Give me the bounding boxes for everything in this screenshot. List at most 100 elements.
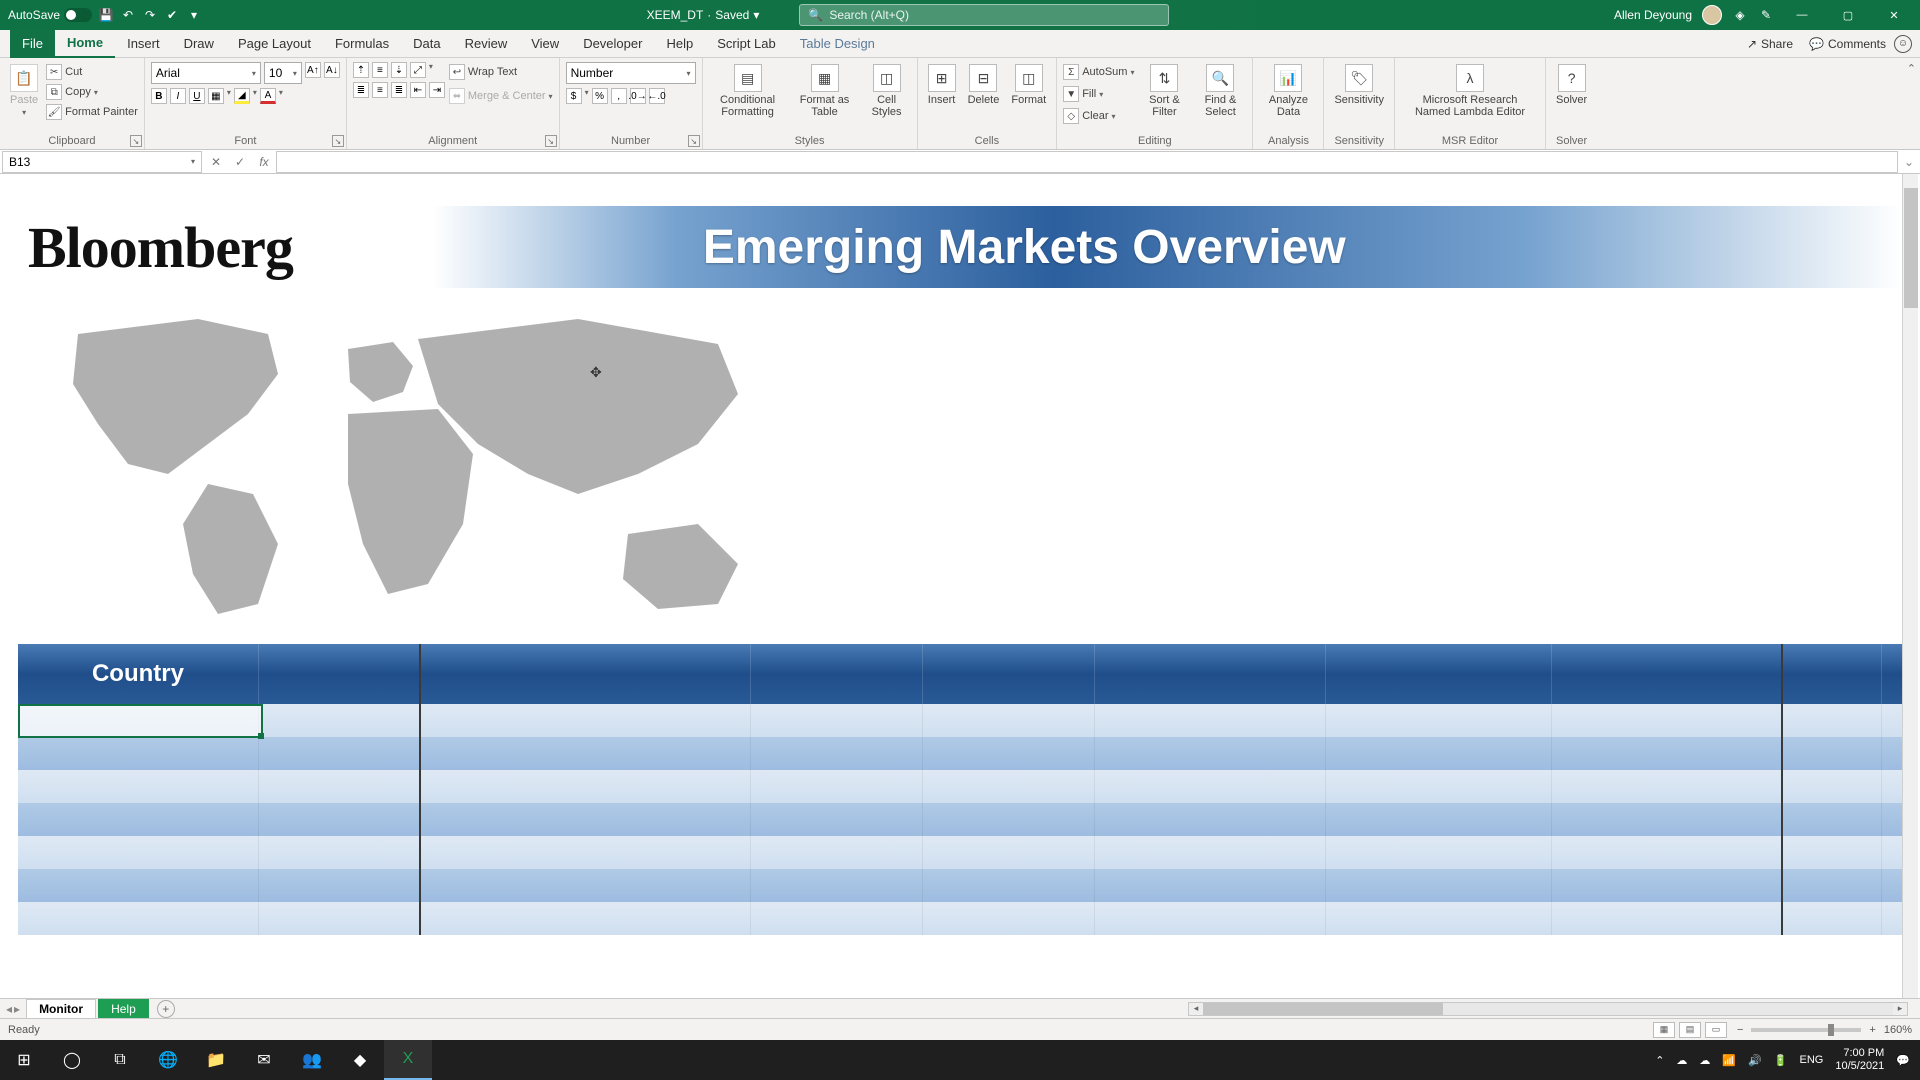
sheet-nav-prev-icon[interactable]: ◂ xyxy=(6,1002,12,1016)
sheet-tab-help[interactable]: Help xyxy=(98,999,149,1018)
italic-icon[interactable]: I xyxy=(170,88,186,104)
tab-help[interactable]: Help xyxy=(654,30,705,58)
decrease-indent-icon[interactable]: ⇤ xyxy=(410,82,426,98)
table-cell[interactable] xyxy=(1552,902,1783,935)
teams-icon[interactable]: 👥 xyxy=(288,1040,336,1080)
msr-lambda-button[interactable]: λMicrosoft Research Named Lambda Editor xyxy=(1401,62,1539,120)
comma-icon[interactable]: , xyxy=(611,88,627,104)
decrease-font-icon[interactable]: A↓ xyxy=(324,62,340,78)
table-cell[interactable] xyxy=(421,803,750,836)
table-cell[interactable] xyxy=(259,803,421,836)
dialog-launcher-icon[interactable]: ↘ xyxy=(545,135,557,147)
save-icon[interactable]: 💾 xyxy=(98,7,114,23)
table-cell[interactable] xyxy=(421,704,750,737)
search-input[interactable]: 🔍 Search (Alt+Q) xyxy=(799,4,1169,26)
file-explorer-icon[interactable]: 📁 xyxy=(192,1040,240,1080)
table-cell[interactable] xyxy=(1783,836,1881,869)
onedrive-icon[interactable]: ☁ xyxy=(1699,1054,1710,1067)
sheet-nav-next-icon[interactable]: ▸ xyxy=(14,1002,20,1016)
zoom-in-icon[interactable]: + xyxy=(1869,1024,1875,1036)
dialog-launcher-icon[interactable]: ↘ xyxy=(688,135,700,147)
align-top-icon[interactable]: ⇡ xyxy=(353,62,369,78)
table-header-cell[interactable] xyxy=(1552,644,1783,704)
align-right-icon[interactable]: ≣ xyxy=(391,82,407,98)
redo-icon[interactable]: ↷ xyxy=(142,7,158,23)
comments-button[interactable]: 💬Comments xyxy=(1801,37,1894,51)
table-cell[interactable] xyxy=(18,836,259,869)
close-button[interactable]: ✕ xyxy=(1876,0,1912,30)
table-cell[interactable] xyxy=(1552,704,1783,737)
table-cell[interactable] xyxy=(751,737,923,770)
currency-icon[interactable]: $ xyxy=(566,88,582,104)
horizontal-scrollbar[interactable]: ◂ ▸ xyxy=(1188,1002,1908,1016)
merge-center-button[interactable]: ⬌Merge & Center▾ xyxy=(449,86,553,106)
table-cell[interactable] xyxy=(259,836,421,869)
normal-view-icon[interactable]: ▦ xyxy=(1653,1022,1675,1038)
collapse-ribbon-icon[interactable]: ⌃ xyxy=(1907,62,1916,75)
table-cell[interactable] xyxy=(1326,737,1552,770)
minimize-button[interactable]: — xyxy=(1784,0,1820,30)
table-cell[interactable] xyxy=(1552,803,1783,836)
name-box[interactable]: B13▾ xyxy=(2,151,202,173)
table-cell[interactable] xyxy=(1552,836,1783,869)
table-cell[interactable] xyxy=(1095,902,1326,935)
table-cell[interactable] xyxy=(1095,770,1326,803)
table-cell[interactable] xyxy=(259,869,421,902)
document-title[interactable]: XEEM_DT · Saved ▾ xyxy=(647,8,760,22)
tab-review[interactable]: Review xyxy=(453,30,520,58)
tab-developer[interactable]: Developer xyxy=(571,30,654,58)
sensitivity-button[interactable]: 🏷Sensitivity xyxy=(1330,62,1388,108)
qat-dropdown-icon[interactable]: ▾ xyxy=(186,7,202,23)
dialog-launcher-icon[interactable]: ↘ xyxy=(130,135,142,147)
number-format-combo[interactable]: Number▾ xyxy=(566,62,696,84)
table-cell[interactable] xyxy=(923,869,1095,902)
table-cell[interactable] xyxy=(1095,836,1326,869)
orientation-icon[interactable]: ⤢ xyxy=(410,62,426,78)
vertical-scrollbar[interactable] xyxy=(1902,174,1918,998)
format-painter-button[interactable]: 🖌Format Painter xyxy=(46,102,138,122)
edge-icon[interactable]: 🌐 xyxy=(144,1040,192,1080)
underline-icon[interactable]: U xyxy=(189,88,205,104)
table-cell[interactable] xyxy=(1095,737,1326,770)
cell-styles-button[interactable]: ◫Cell Styles xyxy=(863,62,911,120)
table-cell[interactable] xyxy=(1783,704,1881,737)
table-cell[interactable] xyxy=(1552,737,1783,770)
table-header-cell[interactable] xyxy=(421,644,750,704)
scroll-right-icon[interactable]: ▸ xyxy=(1893,1003,1907,1015)
conditional-formatting-button[interactable]: ▤Conditional Formatting xyxy=(709,62,787,120)
tab-file[interactable]: File xyxy=(10,30,55,58)
table-cell[interactable] xyxy=(751,704,923,737)
zoom-slider[interactable] xyxy=(1751,1028,1861,1032)
table-cell[interactable] xyxy=(18,737,259,770)
diamond-icon[interactable]: ◈ xyxy=(1732,7,1748,23)
excel-taskbar-icon[interactable]: X xyxy=(384,1040,432,1080)
table-cell[interactable] xyxy=(18,770,259,803)
table-cell[interactable] xyxy=(421,770,750,803)
sort-filter-button[interactable]: ⇅Sort & Filter xyxy=(1138,62,1190,120)
delete-cells-button[interactable]: ⊟Delete xyxy=(964,62,1004,108)
search-taskbar-icon[interactable]: ◯ xyxy=(48,1040,96,1080)
fill-color-icon[interactable]: ◢ xyxy=(234,88,250,104)
app-icon[interactable]: ◆ xyxy=(336,1040,384,1080)
zoom-level[interactable]: 160% xyxy=(1884,1024,1912,1036)
table-cell[interactable] xyxy=(1783,869,1881,902)
formula-input[interactable] xyxy=(276,151,1898,173)
zoom-out-icon[interactable]: − xyxy=(1737,1024,1743,1036)
solver-button[interactable]: ?Solver xyxy=(1552,62,1591,108)
table-cell[interactable] xyxy=(1326,869,1552,902)
find-select-button[interactable]: 🔍Find & Select xyxy=(1194,62,1246,120)
tab-view[interactable]: View xyxy=(519,30,571,58)
font-name-combo[interactable]: Arial▾ xyxy=(151,62,261,84)
table-cell[interactable] xyxy=(923,902,1095,935)
page-layout-view-icon[interactable]: ▤ xyxy=(1679,1022,1701,1038)
table-cell[interactable] xyxy=(421,737,750,770)
volume-icon[interactable]: 🔊 xyxy=(1748,1054,1762,1067)
table-cell[interactable] xyxy=(421,869,750,902)
table-cell[interactable] xyxy=(1326,803,1552,836)
feedback-icon[interactable]: ☺ xyxy=(1894,35,1912,53)
percent-icon[interactable]: % xyxy=(592,88,608,104)
expand-formula-icon[interactable]: ⌄ xyxy=(1898,155,1920,169)
tab-draw[interactable]: Draw xyxy=(172,30,226,58)
bold-icon[interactable]: B xyxy=(151,88,167,104)
weather-icon[interactable]: ☁ xyxy=(1676,1054,1687,1067)
